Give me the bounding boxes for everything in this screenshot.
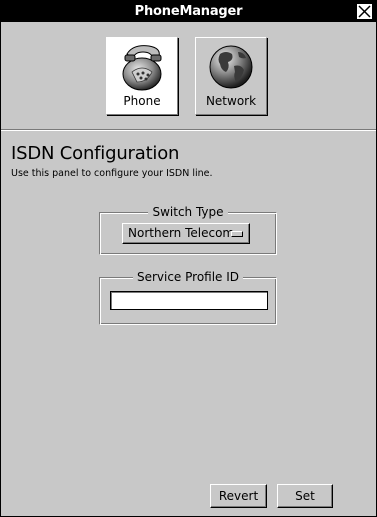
phone-icon — [119, 42, 165, 92]
header-divider — [1, 129, 376, 131]
switch-type-group: Switch Type Northern Telecom — [99, 205, 277, 255]
phone-category-button[interactable]: Phone — [106, 37, 178, 115]
category-toolbar: Phone Network — [1, 23, 376, 129]
title-bar[interactable]: PhoneManager — [1, 1, 376, 22]
globe-icon — [208, 42, 254, 92]
service-profile-group: Service Profile ID — [99, 270, 277, 325]
window-title: PhoneManager — [134, 4, 243, 19]
option-menu-indicator-icon — [231, 231, 243, 237]
switch-type-value: Northern Telecom — [128, 226, 235, 240]
page-subtitle: Use this panel to configure your ISDN li… — [11, 168, 213, 179]
page-title: ISDN Configuration — [11, 143, 180, 164]
close-button[interactable] — [356, 3, 373, 20]
close-icon — [358, 5, 371, 18]
switch-type-label: Switch Type — [148, 205, 228, 219]
service-profile-id-input[interactable] — [110, 291, 268, 310]
switch-type-dropdown[interactable]: Northern Telecom — [122, 223, 250, 244]
phone-manager-window: PhoneManager Phone Network ISDN Configur… — [0, 0, 377, 517]
network-category-button[interactable]: Network — [195, 37, 267, 115]
network-category-label: Network — [205, 94, 257, 108]
service-profile-label: Service Profile ID — [132, 270, 244, 284]
revert-button[interactable]: Revert — [210, 484, 267, 508]
set-button[interactable]: Set — [277, 484, 333, 508]
phone-category-label: Phone — [123, 94, 161, 108]
